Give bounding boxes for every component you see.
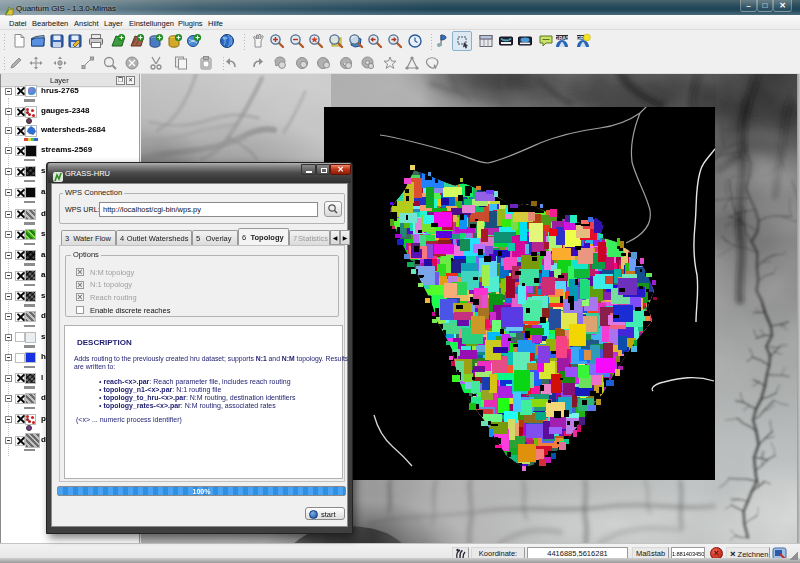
svg-text:GRAS: GRAS <box>555 35 570 41</box>
